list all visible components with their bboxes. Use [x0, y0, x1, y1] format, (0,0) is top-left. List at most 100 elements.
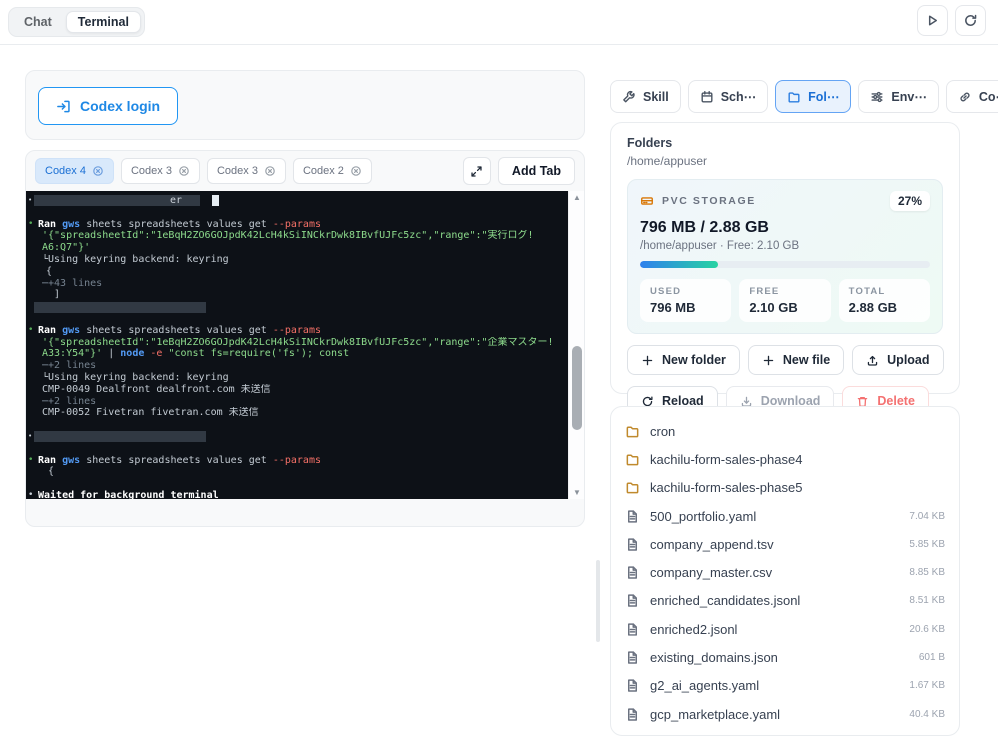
- file-name: cron: [650, 424, 675, 439]
- terminal-line: ⋯+2 lines: [28, 360, 566, 372]
- new-folder-button[interactable]: New folder: [627, 345, 740, 375]
- folders-path: /home/appuser: [627, 154, 943, 168]
- terminal-tab[interactable]: Codex 3: [121, 158, 200, 184]
- file-name: company_append.tsv: [650, 537, 774, 552]
- codex-login-button[interactable]: Codex login: [38, 87, 178, 125]
- terminal-tab[interactable]: Codex 3: [207, 158, 286, 184]
- terminal-line: •: [28, 431, 566, 443]
- stat-label: FREE: [749, 286, 820, 297]
- terminal-cursor: [212, 195, 219, 206]
- terminal-tab-label: Codex 4: [45, 165, 86, 177]
- terminal-line: {: [28, 466, 566, 478]
- terminal-line: [28, 207, 566, 219]
- file-icon: [625, 565, 640, 580]
- storage-percent-badge: 27%: [890, 191, 930, 211]
- close-tab-icon[interactable]: [92, 165, 104, 177]
- storage-stat-free: FREE 2.10 GB: [739, 279, 830, 322]
- file-size: 7.04 KB: [909, 511, 945, 522]
- terminal-scrollbar-thumb[interactable]: [572, 346, 582, 430]
- file-icon: [625, 509, 640, 524]
- terminal-line: •Ran gws sheets spreadsheets values get …: [28, 219, 566, 231]
- calendar-icon: [700, 90, 714, 104]
- file-name: kachilu-form-sales-phase5: [650, 480, 802, 495]
- terminal-line: •Waited for background terminal: [28, 490, 566, 499]
- file-name: kachilu-form-sales-phase4: [650, 452, 802, 467]
- terminal-line: ⋯+2 lines: [28, 396, 566, 408]
- top-bar: Chat Terminal: [0, 0, 998, 45]
- close-tab-icon[interactable]: [178, 165, 190, 177]
- stat-value: 2.10 GB: [749, 300, 820, 315]
- folder-row[interactable]: cron: [625, 417, 945, 445]
- terminal-tab[interactable]: Codex 4: [35, 158, 114, 184]
- panel-tab-co[interactable]: Co⋯: [946, 80, 998, 113]
- file-row[interactable]: company_append.tsv5.85 KB: [625, 530, 945, 558]
- refresh-button[interactable]: [955, 5, 986, 36]
- panel-tab-fol[interactable]: Fol⋯: [775, 80, 851, 113]
- stat-label: TOTAL: [849, 286, 920, 297]
- storage-label: PVC STORAGE: [662, 195, 756, 207]
- terminal-scrollbar[interactable]: ▲ ▼: [568, 191, 584, 499]
- folder-row[interactable]: kachilu-form-sales-phase4: [625, 445, 945, 473]
- play-icon: [925, 13, 940, 28]
- terminal-line: [28, 419, 566, 431]
- close-tab-icon[interactable]: [350, 165, 362, 177]
- file-row[interactable]: company_master.csv8.85 KB: [625, 558, 945, 586]
- panel-tab-label: Sch⋯: [721, 89, 756, 104]
- storage-stat-total: TOTAL 2.88 GB: [839, 279, 930, 322]
- storage-stats: USED796 MBFREE2.10 GBTOTAL2.88 GB: [640, 279, 930, 322]
- terminal-tab-label: Codex 3: [217, 165, 258, 177]
- file-size: 8.85 KB: [909, 567, 945, 578]
- folder-icon: [625, 424, 640, 439]
- expand-icon: [470, 165, 483, 178]
- scroll-down-icon[interactable]: ▼: [569, 488, 585, 497]
- plus-icon: [762, 354, 775, 367]
- upload-icon: [866, 354, 879, 367]
- new-file-button[interactable]: New file: [748, 345, 844, 375]
- terminal-line: CMP-0052 Fivetran fivetran.com 未送信: [28, 407, 566, 419]
- file-row[interactable]: enriched_candidates.jsonl8.51 KB: [625, 587, 945, 615]
- terminal-line: └Using keyring backend: keyring: [28, 372, 566, 384]
- file-row[interactable]: enriched2.jsonl20.6 KB: [625, 615, 945, 643]
- file-icon: [625, 622, 640, 637]
- terminal-line: •Ran gws sheets spreadsheets values get …: [28, 325, 566, 337]
- codex-login-label: Codex login: [80, 98, 160, 114]
- folder-row[interactable]: kachilu-form-sales-phase5: [625, 474, 945, 502]
- file-icon: [625, 593, 640, 608]
- refresh-icon: [963, 13, 978, 28]
- close-tab-icon[interactable]: [264, 165, 276, 177]
- sliders-icon: [870, 90, 884, 104]
- terminal-output[interactable]: •er•Ran gws sheets spreadsheets values g…: [25, 191, 570, 499]
- tab-chat[interactable]: Chat: [12, 11, 64, 33]
- terminal-line: └Using keyring backend: keyring: [28, 254, 566, 266]
- terminal-line: CMP-0049 Dealfront dealfront.com 未送信: [28, 384, 566, 396]
- panel-tab-skill[interactable]: Skill: [610, 80, 681, 113]
- action-label: New file: [783, 353, 830, 367]
- panel-scrollbar-thumb[interactable]: [596, 560, 600, 642]
- terminal-selection-bar: er: [34, 195, 200, 206]
- stat-value: 2.88 GB: [849, 300, 920, 315]
- expand-terminal-button[interactable]: [463, 157, 491, 185]
- panel-tab-env[interactable]: Env⋯: [858, 80, 938, 113]
- file-icon: [625, 650, 640, 665]
- file-row[interactable]: existing_domains.json601 B: [625, 643, 945, 671]
- tab-terminal[interactable]: Terminal: [66, 11, 141, 33]
- terminal-line: ⋯+43 lines: [28, 278, 566, 290]
- terminal-line: [28, 313, 566, 325]
- file-row[interactable]: g2_ai_agents.yaml1.67 KB: [625, 672, 945, 700]
- terminal-tab[interactable]: Codex 2: [293, 158, 372, 184]
- scroll-up-icon[interactable]: ▲: [569, 193, 585, 202]
- run-button[interactable]: [917, 5, 948, 36]
- login-icon: [56, 99, 71, 114]
- add-tab-button[interactable]: Add Tab: [498, 157, 575, 185]
- action-label: New folder: [662, 353, 726, 367]
- panel-tab-sch[interactable]: Sch⋯: [688, 80, 768, 113]
- terminal-line: A6:Q7"}': [28, 242, 566, 254]
- terminal-line: •er: [28, 195, 566, 207]
- action-label: Upload: [887, 353, 929, 367]
- file-size: 20.6 KB: [909, 624, 945, 635]
- folder-icon: [625, 480, 640, 495]
- file-row[interactable]: gcp_marketplace.yaml40.4 KB: [625, 700, 945, 728]
- file-row[interactable]: 500_portfolio.yaml7.04 KB: [625, 502, 945, 530]
- upload-button[interactable]: Upload: [852, 345, 943, 375]
- panel-tab-label: Skill: [643, 90, 669, 104]
